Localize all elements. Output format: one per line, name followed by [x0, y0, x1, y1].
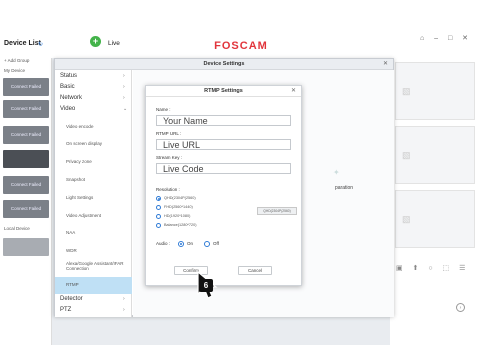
resolution-radio[interactable] [156, 196, 161, 201]
resolution-option[interactable]: QHD(2304P(2560) [164, 196, 196, 200]
resolution-option[interactable]: Balance(1280*720) [164, 223, 197, 227]
no-video-icon: ▧ [402, 150, 411, 160]
resolution-radio[interactable] [156, 205, 161, 210]
resolution-radio[interactable] [156, 214, 161, 219]
my-device-group[interactable]: My Device [4, 68, 25, 73]
shield-icon: ✦ [333, 168, 340, 177]
audio-on-radio[interactable] [178, 241, 184, 247]
rtmp-url-label: RTMP URL : [156, 131, 182, 136]
local-device-group[interactable]: Local Device [4, 226, 30, 231]
camera-thumbnail[interactable] [3, 238, 49, 256]
rtmp-url-input[interactable]: Live URL [156, 139, 291, 150]
chevron-right-icon: › [123, 73, 125, 79]
settings-sidebar: Status › Basic › Network › Video ⌄ Video… [55, 70, 132, 317]
audio-label: Audio : [156, 241, 171, 246]
resolution-value: QHD(2304P(2560) [257, 207, 297, 215]
nav-naa[interactable]: NAA [66, 230, 75, 235]
add-group-link[interactable]: + Add Group [4, 58, 29, 63]
audio-on-label[interactable]: On [187, 241, 193, 246]
close-icon[interactable]: ✕ [383, 59, 388, 70]
chevron-down-icon: ⌄ [123, 106, 128, 112]
cancel-button[interactable]: Cancel [238, 266, 272, 275]
nav-on-screen-display[interactable]: On screen display [66, 141, 102, 146]
chevron-right-icon: › [123, 307, 125, 313]
resolution-option[interactable]: HD(1920*1080) [164, 214, 190, 218]
nav-ptz[interactable]: PTZ [60, 307, 71, 313]
audio-off-radio[interactable] [204, 241, 210, 247]
nav-rtmp[interactable]: RTMP [66, 282, 79, 287]
no-video-icon: ▧ [402, 86, 411, 96]
nav-network[interactable]: Network [60, 95, 82, 101]
resolution-label: Resolution : [156, 187, 180, 192]
nav-wdr[interactable]: WDR [66, 248, 77, 253]
chevron-right-icon: › [123, 95, 125, 101]
camera-thumbnail[interactable] [3, 150, 49, 168]
live-toolbar[interactable]: ▣ ⬆ ○ ⬚ ☰ [396, 264, 469, 272]
camera-thumbnail[interactable]: Connect Failed [3, 200, 49, 218]
nav-alexa-connection[interactable]: Alexa/Google Assistant/IFAR Connection [66, 261, 126, 271]
name-label: Name : [156, 107, 171, 112]
nav-video[interactable]: Video [60, 106, 75, 112]
top-bar: Device List ↻ + Live FOSCAM ⌂ – □ ✕ [0, 0, 482, 58]
audio-off-label[interactable]: Off [213, 241, 219, 246]
stream-key-input[interactable]: Live Code [156, 163, 291, 174]
window-controls[interactable]: ⌂ – □ ✕ [420, 34, 472, 42]
brand-logo: FOSCAM [214, 40, 268, 52]
resolution-radio[interactable] [156, 223, 161, 228]
device-settings-title: Device Settings [55, 59, 393, 70]
stream-key-label: Stream Key : [156, 155, 183, 160]
chevron-right-icon: › [123, 296, 125, 302]
next-page-button[interactable]: › [456, 303, 465, 312]
nav-snapshot[interactable]: Snapshot [66, 177, 85, 182]
no-video-icon: ▧ [402, 214, 411, 224]
camera-thumbnail[interactable]: Connect Failed [3, 100, 49, 118]
nav-detector[interactable]: Detector [60, 296, 83, 302]
nav-basic[interactable]: Basic [60, 84, 75, 90]
device-list-panel: + Add Group My Device Connect Failed Con… [0, 58, 52, 345]
nav-status[interactable]: Status [60, 73, 77, 79]
app-window: Device List ↻ + Live FOSCAM ⌂ – □ ✕ + Ad… [0, 0, 482, 345]
resolution-option[interactable]: FHD(2560*1440) [164, 205, 193, 209]
content-fragment-text: paration [335, 185, 354, 191]
chevron-right-icon: › [123, 84, 125, 90]
name-input[interactable]: Your Name [156, 115, 291, 126]
nav-video-encode[interactable]: Video encode [66, 124, 93, 129]
nav-privacy-zone[interactable]: Privacy zone [66, 159, 92, 164]
rtmp-settings-dialog: RTMP Settings ✕ Name : Your Name RTMP UR… [145, 85, 302, 286]
close-icon[interactable]: ✕ [291, 86, 296, 97]
nav-light-settings[interactable]: Light Settings [66, 195, 93, 200]
camera-thumbnail[interactable]: Connect Failed [3, 126, 49, 144]
nav-video-adjustment[interactable]: Video Adjustment [66, 213, 101, 218]
camera-thumbnail[interactable]: Connect Failed [3, 78, 49, 96]
rtmp-title: RTMP Settings [146, 86, 301, 97]
camera-thumbnail[interactable]: Connect Failed [3, 176, 49, 194]
step-number-badge: 6 [199, 279, 213, 292]
